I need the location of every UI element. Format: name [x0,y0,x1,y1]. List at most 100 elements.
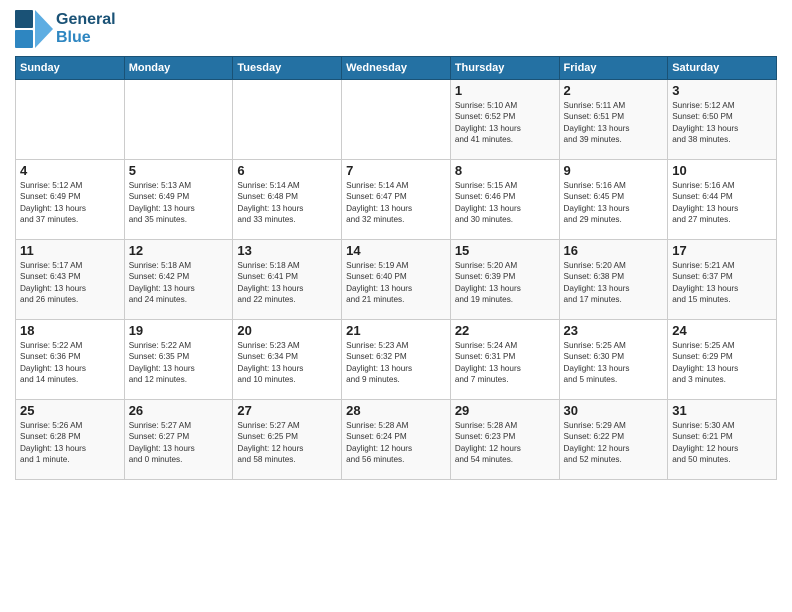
day-cell: 11 Sunrise: 5:17 AM Sunset: 6:43 PM Dayli… [16,240,125,320]
day-number: 10 [672,163,772,178]
day-cell: 19 Sunrise: 5:22 AM Sunset: 6:35 PM Dayli… [124,320,233,400]
day-info: Sunrise: 5:25 AM Sunset: 6:30 PM Dayligh… [564,340,664,386]
day-cell: 24 Sunrise: 5:25 AM Sunset: 6:29 PM Dayli… [668,320,777,400]
day-cell: 16 Sunrise: 5:20 AM Sunset: 6:38 PM Dayli… [559,240,668,320]
day-cell: 9 Sunrise: 5:16 AM Sunset: 6:45 PM Daylig… [559,160,668,240]
day-info: Sunrise: 5:16 AM Sunset: 6:44 PM Dayligh… [672,180,772,226]
day-cell: 5Sunrise: 5:13 AM Sunset: 6:49 PM Daylig… [124,160,233,240]
day-number: 3 [672,83,772,98]
day-number: 13 [237,243,337,258]
day-number: 15 [455,243,555,258]
day-info: Sunrise: 5:27 AM Sunset: 6:27 PM Dayligh… [129,420,229,466]
day-number: 23 [564,323,664,338]
day-cell: 3 Sunrise: 5:12 AM Sunset: 6:50 PM Daylig… [668,80,777,160]
day-number: 26 [129,403,229,418]
logo-graphic [15,10,53,48]
day-cell: 25 Sunrise: 5:26 AM Sunset: 6:28 PM Dayli… [16,400,125,480]
day-info: Sunrise: 5:24 AM Sunset: 6:31 PM Dayligh… [455,340,555,386]
day-number: 27 [237,403,337,418]
day-number: 6 [237,163,337,178]
week-row-2: 4 Sunrise: 5:12 AM Sunset: 6:49 PM Daylig… [16,160,777,240]
day-cell: 1Sunrise: 5:10 AM Sunset: 6:52 PM Daylig… [450,80,559,160]
day-cell: 30Sunrise: 5:29 AM Sunset: 6:22 PM Dayli… [559,400,668,480]
week-row-4: 18 Sunrise: 5:22 AM Sunset: 6:36 PM Dayli… [16,320,777,400]
day-number: 22 [455,323,555,338]
day-info: Sunrise: 5:12 AM Sunset: 6:49 PM Dayligh… [20,180,120,226]
day-info: Sunrise: 5:28 AM Sunset: 6:23 PM Dayligh… [455,420,555,466]
day-info: Sunrise: 5:14 AM Sunset: 6:48 PM Dayligh… [237,180,337,226]
day-number: 16 [564,243,664,258]
header: General Blue [15,10,777,48]
day-number: 7 [346,163,446,178]
week-row-1: 1Sunrise: 5:10 AM Sunset: 6:52 PM Daylig… [16,80,777,160]
day-cell: 14Sunrise: 5:19 AM Sunset: 6:40 PM Dayli… [342,240,451,320]
day-info: Sunrise: 5:23 AM Sunset: 6:32 PM Dayligh… [346,340,446,386]
day-cell: 6 Sunrise: 5:14 AM Sunset: 6:48 PM Daylig… [233,160,342,240]
day-info: Sunrise: 5:21 AM Sunset: 6:37 PM Dayligh… [672,260,772,306]
calendar-header-row: SundayMondayTuesdayWednesdayThursdayFrid… [16,57,777,80]
col-header-tuesday: Tuesday [233,57,342,80]
day-info: Sunrise: 5:12 AM Sunset: 6:50 PM Dayligh… [672,100,772,146]
day-info: Sunrise: 5:13 AM Sunset: 6:49 PM Dayligh… [129,180,229,226]
col-header-saturday: Saturday [668,57,777,80]
day-number: 18 [20,323,120,338]
page-container: General Blue SundayMondayTuesdayWednesda… [0,0,792,490]
calendar-table: SundayMondayTuesdayWednesdayThursdayFrid… [15,56,777,480]
day-number: 12 [129,243,229,258]
day-number: 17 [672,243,772,258]
day-info: Sunrise: 5:22 AM Sunset: 6:36 PM Dayligh… [20,340,120,386]
day-cell: 8 Sunrise: 5:15 AM Sunset: 6:46 PM Daylig… [450,160,559,240]
logo-line1: General [56,11,116,29]
day-cell: 27Sunrise: 5:27 AM Sunset: 6:25 PM Dayli… [233,400,342,480]
day-info: Sunrise: 5:30 AM Sunset: 6:21 PM Dayligh… [672,420,772,466]
day-number: 21 [346,323,446,338]
day-number: 30 [564,403,664,418]
day-cell: 26 Sunrise: 5:27 AM Sunset: 6:27 PM Dayli… [124,400,233,480]
day-cell: 17 Sunrise: 5:21 AM Sunset: 6:37 PM Dayli… [668,240,777,320]
week-row-5: 25 Sunrise: 5:26 AM Sunset: 6:28 PM Dayli… [16,400,777,480]
day-cell: 10 Sunrise: 5:16 AM Sunset: 6:44 PM Dayli… [668,160,777,240]
day-number: 24 [672,323,772,338]
day-cell: 7 Sunrise: 5:14 AM Sunset: 6:47 PM Daylig… [342,160,451,240]
day-cell: 31Sunrise: 5:30 AM Sunset: 6:21 PM Dayli… [668,400,777,480]
day-cell: 20Sunrise: 5:23 AM Sunset: 6:34 PM Dayli… [233,320,342,400]
day-cell: 29 Sunrise: 5:28 AM Sunset: 6:23 PM Dayli… [450,400,559,480]
day-info: Sunrise: 5:17 AM Sunset: 6:43 PM Dayligh… [20,260,120,306]
day-info: Sunrise: 5:15 AM Sunset: 6:46 PM Dayligh… [455,180,555,226]
day-info: Sunrise: 5:26 AM Sunset: 6:28 PM Dayligh… [20,420,120,466]
week-row-3: 11 Sunrise: 5:17 AM Sunset: 6:43 PM Dayli… [16,240,777,320]
day-info: Sunrise: 5:25 AM Sunset: 6:29 PM Dayligh… [672,340,772,386]
day-number: 14 [346,243,446,258]
day-number: 19 [129,323,229,338]
day-info: Sunrise: 5:20 AM Sunset: 6:39 PM Dayligh… [455,260,555,306]
day-number: 9 [564,163,664,178]
day-info: Sunrise: 5:14 AM Sunset: 6:47 PM Dayligh… [346,180,446,226]
day-cell [342,80,451,160]
logo-line2: Blue [56,29,116,47]
day-info: Sunrise: 5:28 AM Sunset: 6:24 PM Dayligh… [346,420,446,466]
day-info: Sunrise: 5:20 AM Sunset: 6:38 PM Dayligh… [564,260,664,306]
day-info: Sunrise: 5:18 AM Sunset: 6:42 PM Dayligh… [129,260,229,306]
col-header-monday: Monday [124,57,233,80]
day-info: Sunrise: 5:16 AM Sunset: 6:45 PM Dayligh… [564,180,664,226]
day-cell: 21 Sunrise: 5:23 AM Sunset: 6:32 PM Dayli… [342,320,451,400]
day-number: 8 [455,163,555,178]
day-cell [124,80,233,160]
day-cell: 13Sunrise: 5:18 AM Sunset: 6:41 PM Dayli… [233,240,342,320]
day-cell [233,80,342,160]
day-cell: 28Sunrise: 5:28 AM Sunset: 6:24 PM Dayli… [342,400,451,480]
day-cell: 18 Sunrise: 5:22 AM Sunset: 6:36 PM Dayli… [16,320,125,400]
day-number: 4 [20,163,120,178]
day-cell: 12 Sunrise: 5:18 AM Sunset: 6:42 PM Dayli… [124,240,233,320]
day-info: Sunrise: 5:11 AM Sunset: 6:51 PM Dayligh… [564,100,664,146]
day-info: Sunrise: 5:23 AM Sunset: 6:34 PM Dayligh… [237,340,337,386]
day-number: 25 [20,403,120,418]
day-cell: 2 Sunrise: 5:11 AM Sunset: 6:51 PM Daylig… [559,80,668,160]
day-number: 2 [564,83,664,98]
day-number: 29 [455,403,555,418]
day-cell: 15 Sunrise: 5:20 AM Sunset: 6:39 PM Dayli… [450,240,559,320]
day-number: 11 [20,243,120,258]
col-header-sunday: Sunday [16,57,125,80]
day-info: Sunrise: 5:10 AM Sunset: 6:52 PM Dayligh… [455,100,555,146]
day-info: Sunrise: 5:22 AM Sunset: 6:35 PM Dayligh… [129,340,229,386]
